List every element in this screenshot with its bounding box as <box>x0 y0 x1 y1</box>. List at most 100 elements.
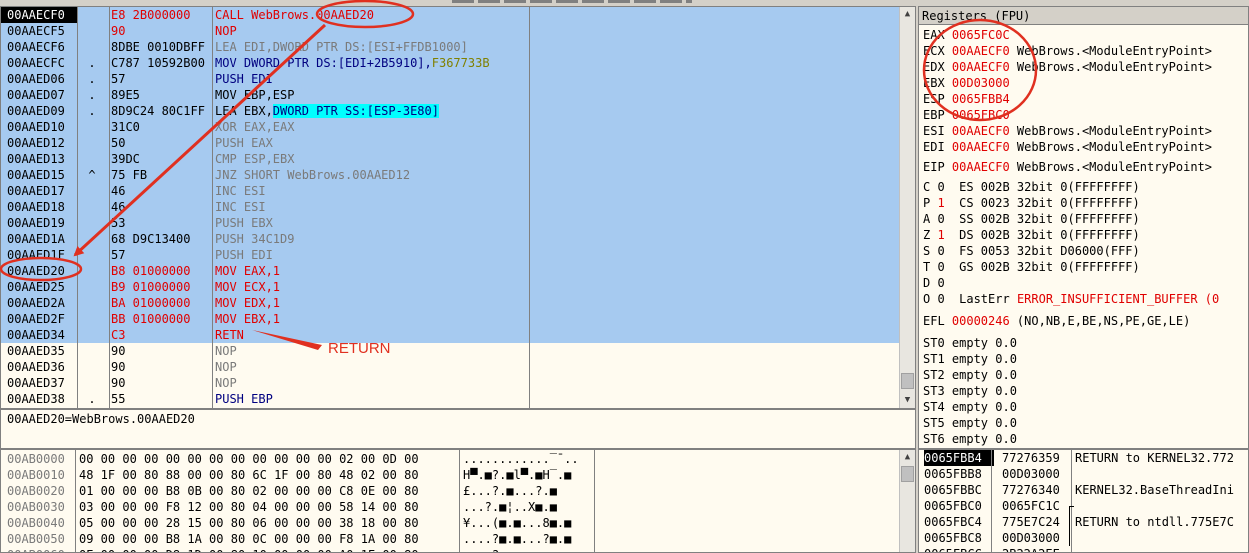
disasm-row[interactable]: 00AAED10 31C0 XOR EAX,EAX <box>1 119 900 135</box>
register-value[interactable]: 0065FBC0 <box>952 108 1010 122</box>
disasm-instruction[interactable]: NOP <box>215 23 529 39</box>
disasm-scrollbar[interactable]: ▲ ▼ <box>899 7 915 408</box>
disasm-address[interactable]: 00AAED35 <box>1 343 77 359</box>
registers-pane[interactable]: Registers (FPU) EAX 0065FC0C ECX 00AAECF0… <box>918 6 1249 449</box>
flag-value[interactable]: 0 <box>937 292 944 306</box>
stack-row[interactable]: 0065FBC0 0065FC1C <box>919 498 1248 514</box>
flag-value[interactable]: 0 <box>937 180 944 194</box>
disasm-row[interactable]: 00AAECF6 8DBE 0010DBFF LEA EDI,DWORD PTR D… <box>1 39 900 55</box>
disasm-instruction[interactable]: CALL WebBrows.00AAED20 <box>215 7 529 23</box>
dump-row[interactable]: 00AB0010 48 1F 00 80 88 00 00 80 6C 1F 00… <box>1 467 901 483</box>
register-row[interactable]: S 0 FS 0053 32bit D06000(FFF) <box>923 243 1140 259</box>
disasm-row[interactable]: 00AAED15 ^ 75 FB JNZ SHORT WebBrows.00AAED1… <box>1 167 900 183</box>
register-value[interactable]: 00D03000 <box>952 76 1010 90</box>
disasm-address[interactable]: 00AAED13 <box>1 151 77 167</box>
stack-row[interactable]: 0065FBBC 77276340 KERNEL32.BaseThreadIni <box>919 482 1248 498</box>
dump-hex[interactable]: 03 00 00 00 F8 12 00 80 04 00 00 00 58 1… <box>79 499 419 515</box>
flag-value[interactable]: 1 <box>937 228 944 242</box>
dump-scroll-thumb[interactable] <box>901 466 914 482</box>
disasm-row[interactable]: 00AAED20 B8 01000000 MOV EAX,1 <box>1 263 900 279</box>
disasm-row[interactable]: 00AAED25 B9 01000000 MOV ECX,1 <box>1 279 900 295</box>
disasm-instruction[interactable]: MOV ECX,1 <box>215 279 529 295</box>
stack-address[interactable]: 0065FBBC <box>924 482 994 498</box>
disasm-instruction[interactable]: MOV EBP,ESP <box>215 87 529 103</box>
stack-row[interactable]: 0065FBC4 775E7C24 RETURN to ntdll.775E7C <box>919 514 1248 530</box>
disasm-row[interactable]: 00AAED1A 68 D9C13400 PUSH 34C1D9 <box>1 231 900 247</box>
register-row[interactable]: ST5 empty 0.0 <box>923 415 1017 431</box>
disasm-row[interactable]: 00AAED2A BA 01000000 MOV EDX,1 <box>1 295 900 311</box>
stack-row[interactable]: 0065FBCC 2B22A2EE <box>919 546 1248 552</box>
register-row[interactable]: ST3 empty 0.0 <box>923 383 1017 399</box>
disasm-row[interactable]: 00AAED38. 55 PUSH EBP <box>1 391 900 407</box>
disasm-address[interactable]: 00AAECF0 <box>1 7 77 23</box>
stack-address[interactable]: 0065FBC8 <box>924 530 994 546</box>
disasm-row[interactable]: 00AAED36 90 NOP <box>1 359 900 375</box>
stack-address[interactable]: 0065FBB4 <box>924 450 994 466</box>
register-row[interactable]: EFL 00000246 (NO,NB,E,BE,NS,PE,GE,LE) <box>923 313 1190 329</box>
stack-row[interactable]: 0065FBB4 77276359 RETURN to KERNEL32.772 <box>919 450 1248 466</box>
disasm-address[interactable]: 00AAED34 <box>1 327 77 343</box>
dump-row[interactable]: 00AB0030 03 00 00 00 F8 12 00 80 04 00 00… <box>1 499 901 515</box>
disasm-instruction[interactable]: MOV DWORD PTR DS:[EDI+2B5910],F367733B <box>215 55 529 71</box>
disasm-row[interactable]: 00AAED1F 57 PUSH EDI <box>1 247 900 263</box>
disasm-instruction[interactable]: PUSH EBX <box>215 215 529 231</box>
dump-pane[interactable]: 00AB0000 00 00 00 00 00 00 00 00 00 00 00… <box>0 449 916 553</box>
dump-hex[interactable]: 09 00 00 00 B8 1A 00 80 0C 00 00 00 F8 1… <box>79 531 419 547</box>
disasm-address[interactable]: 00AAED38 <box>1 391 77 407</box>
fpu-register[interactable]: ST1 empty 0.0 <box>923 352 1017 366</box>
register-row[interactable]: A 0 SS 002B 32bit 0(FFFFFFFF) <box>923 211 1140 227</box>
register-row[interactable]: EIP 00AAECF0 WebBrows.<ModuleEntryPoint> <box>923 159 1212 175</box>
disasm-address[interactable]: 00AAECF5 <box>1 23 77 39</box>
register-value[interactable]: 00AAECF0 <box>952 124 1010 138</box>
disasm-row[interactable]: 00AAED13 39DC CMP ESP,EBX <box>1 151 900 167</box>
register-value[interactable]: 00AAECF0 <box>952 44 1010 58</box>
stack-pane[interactable]: 0065FBB4 77276359 RETURN to KERNEL32.772 00… <box>918 449 1249 553</box>
disasm-instruction[interactable]: PUSH EAX <box>215 135 529 151</box>
register-row[interactable]: EAX 0065FC0C <box>923 27 1010 43</box>
disasm-address[interactable]: 00AAED06 <box>1 71 77 87</box>
disasm-row[interactable]: 00AAED19 53 PUSH EBX <box>1 215 900 231</box>
registers-title[interactable]: Registers (FPU) <box>919 7 1248 25</box>
register-value[interactable]: 0065FC0C <box>952 28 1010 42</box>
disasm-address[interactable]: 00AAED2F <box>1 311 77 327</box>
disasm-address[interactable]: 00AAED09 <box>1 103 77 119</box>
disasm-instruction[interactable]: INC ESI <box>215 199 529 215</box>
disasm-instruction[interactable]: PUSH EBP <box>215 391 529 407</box>
disasm-instruction[interactable]: NOP <box>215 359 529 375</box>
disasm-address[interactable]: 00AAED20 <box>1 263 77 279</box>
fpu-register[interactable]: ST2 empty 0.0 <box>923 368 1017 382</box>
disasm-instruction[interactable]: INC ESI <box>215 183 529 199</box>
register-value[interactable]: 00AAECF0 <box>952 160 1010 174</box>
disasm-instruction[interactable]: MOV EBX,1 <box>215 311 529 327</box>
disasm-row[interactable]: 00AAECFC. C787 10592B00 MOV DWORD PTR DS:[… <box>1 55 900 71</box>
register-row[interactable]: EBP 0065FBC0 <box>923 107 1010 123</box>
disasm-address[interactable]: 00AAED10 <box>1 119 77 135</box>
disasm-row[interactable]: 00AAED35 90 NOP <box>1 343 900 359</box>
disasm-instruction[interactable]: CMP ESP,EBX <box>215 151 529 167</box>
dump-hex[interactable]: 48 1F 00 80 88 00 00 80 6C 1F 00 80 48 0… <box>79 467 419 483</box>
disasm-row[interactable]: 00AAED37 90 NOP <box>1 375 900 391</box>
register-row[interactable]: T 0 GS 002B 32bit 0(FFFFFFFF) <box>923 259 1140 275</box>
disasm-row[interactable]: 00AAED34 C3 RETN <box>1 327 900 343</box>
disasm-address[interactable]: 00AAED1A <box>1 231 77 247</box>
register-value[interactable]: 00AAECF0 <box>952 140 1010 154</box>
dump-hex[interactable]: 05 00 00 00 28 15 00 80 06 00 00 00 38 1… <box>79 515 419 531</box>
flag-value[interactable]: 0 <box>937 276 944 290</box>
disasm-instruction[interactable]: MOV EDX,1 <box>215 295 529 311</box>
disasm-address[interactable]: 00AAECF6 <box>1 39 77 55</box>
fpu-register[interactable]: ST6 empty 0.0 <box>923 432 1017 446</box>
dump-row[interactable]: 00AB0040 05 00 00 00 28 15 00 80 06 00 00… <box>1 515 901 531</box>
register-row[interactable]: EDX 00AAECF0 WebBrows.<ModuleEntryPoint> <box>923 59 1212 75</box>
flag-value[interactable]: 1 <box>937 196 944 210</box>
disasm-row[interactable]: 00AAECF5 90 NOP <box>1 23 900 39</box>
stack-address[interactable]: 0065FBC0 <box>924 498 994 514</box>
dump-row[interactable]: 00AB0020 01 00 00 00 B8 0B 00 80 02 00 00… <box>1 483 901 499</box>
stack-row[interactable]: 0065FBC8 00D03000 <box>919 530 1248 546</box>
disasm-row[interactable]: 00AAED18 46 INC ESI <box>1 199 900 215</box>
fpu-register[interactable]: ST3 empty 0.0 <box>923 384 1017 398</box>
scroll-up-icon[interactable]: ▲ <box>900 7 915 21</box>
flag-value[interactable]: 0 <box>937 212 944 226</box>
flag-value[interactable]: 0 <box>937 260 944 274</box>
disasm-instruction[interactable]: PUSH EDI <box>215 247 529 263</box>
disasm-instruction[interactable]: LEA EDI,DWORD PTR DS:[ESI+FFDB1000] <box>215 39 529 55</box>
